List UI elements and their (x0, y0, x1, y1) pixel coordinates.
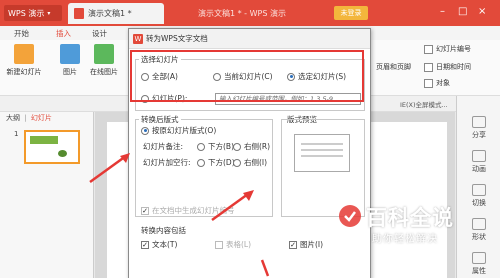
object-button[interactable]: 对象 (424, 78, 450, 88)
app-menu-button[interactable]: WPS 演示 ▾ (4, 5, 62, 21)
tab-outline[interactable]: 大纲 (6, 114, 20, 122)
close-icon[interactable]: × (478, 6, 486, 17)
share-icon (472, 116, 486, 128)
date-time-label: 日期和时间 (436, 63, 471, 71)
object-label: 对象 (436, 79, 450, 87)
watermark-logo-icon (339, 205, 361, 227)
include-table-checkbox[interactable]: 表格(L) (215, 239, 251, 250)
layout-label: 转换后版式 (139, 114, 181, 125)
wps-logo-icon: W (133, 33, 143, 44)
picture-button[interactable]: 图片 (52, 44, 88, 77)
dialog-title-bar: W 转为WPS文字文档 (129, 29, 370, 49)
menu-item-home[interactable]: 开始 (14, 28, 29, 39)
radio-blank-right[interactable]: 右侧(I) (233, 157, 267, 168)
include-picture-checkbox[interactable]: ✓ 图片(I) (289, 239, 323, 250)
online-picture-button[interactable]: 在线图片 (86, 44, 122, 77)
preview-page (294, 134, 350, 172)
thumbnail-shape (30, 136, 58, 144)
new-slide-icon (14, 44, 34, 64)
share-label: 分享 (472, 131, 486, 139)
picture-icon (60, 44, 80, 64)
tab-slides[interactable]: 幻灯片 (31, 114, 52, 122)
animation-label: 动画 (472, 165, 486, 173)
content-label: 转换内容包括 (139, 225, 188, 236)
include-table-label: 表格(L) (226, 240, 252, 249)
new-slide-button[interactable]: 新建幻灯片 (6, 44, 42, 77)
slides-panel: 大纲 | 幻灯片 1 (0, 112, 94, 278)
header-footer-button[interactable]: 页眉和页脚 (376, 62, 411, 72)
properties-label: 属性 (472, 267, 486, 275)
slide-number-icon (424, 44, 433, 54)
radio-indicator (197, 142, 205, 151)
login-button[interactable]: 未登录 (334, 6, 368, 20)
transition-icon (472, 184, 486, 196)
slide-number: 1 (14, 130, 19, 138)
animation-button[interactable]: 动画 (461, 150, 497, 174)
notes-below-label: 下方(B) (208, 142, 234, 151)
document-icon (74, 8, 84, 19)
radio-indicator-checked (141, 126, 149, 135)
radio-notes-below[interactable]: 下方(B) (197, 141, 234, 152)
blank-below-label: 下方(D) (208, 158, 235, 167)
document-tab-label: 演示文稿1 * (88, 9, 132, 18)
preview-line (301, 155, 343, 157)
object-icon (424, 78, 433, 88)
share-button[interactable]: 分享 (461, 116, 497, 140)
document-tab[interactable]: 演示文稿1 * (68, 3, 164, 24)
checkbox-indicator: ✓ (289, 240, 297, 249)
watermark: 百科全说 助你轻松解决 (338, 200, 498, 256)
watermark-slogan: 助你轻松解决 (372, 234, 438, 245)
preview-line (301, 149, 343, 151)
annotation-arrow (211, 190, 254, 222)
radio-indicator (233, 142, 241, 151)
include-text-label: 文本(T) (152, 240, 178, 249)
annotation-arrow (260, 259, 270, 277)
radio-indicator (233, 158, 241, 167)
animation-icon (472, 150, 486, 162)
blank-lines-label: 幻灯片加空行: (143, 158, 191, 167)
chevron-down-icon: ▾ (47, 9, 51, 17)
radio-blank-below[interactable]: 下方(D) (197, 157, 235, 168)
slide-number-button[interactable]: 幻灯片编号 (424, 44, 471, 54)
slides-panel-tabs: 大纲 | 幻灯片 (6, 114, 52, 122)
slide-thumbnail[interactable] (24, 130, 80, 164)
date-time-button[interactable]: 日期和时间 (424, 62, 471, 72)
annotation-arrow (89, 153, 130, 184)
date-time-icon (424, 62, 433, 72)
watermark-brand: 百科全说 (366, 206, 454, 230)
checkbox-indicator (215, 240, 223, 249)
annotation-highlight-box (130, 50, 364, 102)
checkbox-indicator: ✓ (141, 206, 149, 215)
picture-label: 图片 (63, 68, 77, 76)
thumbnail-shape (58, 150, 67, 157)
online-picture-label: 在线图片 (90, 68, 118, 76)
checkbox-indicator: ✓ (141, 240, 149, 249)
notes-label: 幻灯片备注: (143, 142, 184, 151)
radio-indicator (197, 158, 205, 167)
keep-layout-label: 按原幻灯片版式(O) (152, 126, 217, 135)
radio-keep-layout[interactable]: 按原幻灯片版式(O) (141, 125, 216, 136)
header-footer-label: 页眉和页脚 (376, 63, 411, 71)
fullscreen-mode-label[interactable]: IE(X)全屏模式... (400, 99, 448, 109)
title-bar: WPS 演示 ▾ 演示文稿1 * 演示文稿1 * - WPS 演示 未登录 – … (0, 0, 500, 26)
radio-notes-right[interactable]: 右侧(R) (233, 141, 270, 152)
notes-right-label: 右侧(R) (244, 142, 271, 151)
dialog-title: 转为WPS文字文档 (146, 34, 208, 43)
minimize-icon[interactable]: – (440, 6, 445, 17)
blank-right-label: 右侧(I) (244, 158, 268, 167)
slide-number-label: 幻灯片编号 (436, 45, 471, 53)
new-slide-label: 新建幻灯片 (6, 68, 42, 76)
window-title: 演示文稿1 * - WPS 演示 (198, 9, 286, 18)
include-text-checkbox[interactable]: ✓ 文本(T) (141, 239, 177, 250)
online-picture-icon (94, 44, 114, 64)
preview-line (301, 143, 343, 145)
maximize-icon[interactable]: □ (458, 6, 467, 17)
menu-item-design[interactable]: 设计 (92, 28, 107, 39)
app-menu-label: WPS 演示 (8, 8, 45, 18)
include-picture-label: 图片(I) (300, 240, 324, 249)
